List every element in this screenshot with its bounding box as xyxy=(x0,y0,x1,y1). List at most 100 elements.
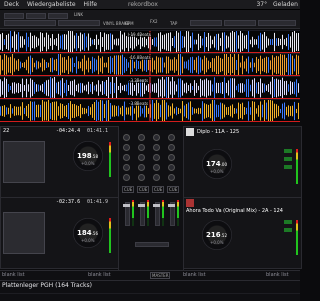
waveform-bar xyxy=(30,78,31,98)
eq-knob[interactable] xyxy=(138,134,145,141)
eq-knob[interactable] xyxy=(153,164,160,171)
waveform-bar xyxy=(94,101,95,121)
waveform-lane[interactable]: -3.2Beats xyxy=(0,75,300,101)
waveform-bar xyxy=(216,104,217,118)
eq-knob[interactable] xyxy=(153,134,160,141)
waveform-bar xyxy=(142,58,143,72)
eq-knob[interactable] xyxy=(168,134,175,141)
effect-slot[interactable] xyxy=(190,20,222,26)
eq-knob[interactable] xyxy=(123,134,130,141)
menu-item-wiedergabeliste[interactable]: Wiedergabeliste xyxy=(27,1,76,8)
effect-slot[interactable] xyxy=(258,20,296,26)
menu-item-deck[interactable]: Deck xyxy=(4,1,19,8)
waveform-bar xyxy=(224,53,225,77)
waveform-bar xyxy=(76,33,77,51)
waveform-bar xyxy=(126,107,127,115)
eq-knob[interactable] xyxy=(123,144,130,151)
eq-knob[interactable] xyxy=(138,164,145,171)
cue-button[interactable]: CUE xyxy=(152,186,165,193)
beat-offset-badge: -3.8Beats xyxy=(128,101,150,106)
blank-list-slot[interactable]: blank list xyxy=(266,272,289,278)
fader-cap[interactable] xyxy=(123,204,130,207)
waveform-bar xyxy=(6,78,7,98)
waveform-bar xyxy=(52,57,53,73)
deck-number: 22 xyxy=(3,128,10,134)
sync-button[interactable] xyxy=(284,149,292,153)
master-button[interactable] xyxy=(284,157,292,161)
waveform-bar xyxy=(262,34,263,50)
waveform-bar xyxy=(204,32,205,52)
waveform-bar xyxy=(82,58,83,72)
crossfader[interactable] xyxy=(135,242,169,247)
blank-list-slot[interactable]: blank list xyxy=(2,272,25,278)
eq-knob[interactable] xyxy=(123,164,130,171)
loop-controls[interactable] xyxy=(3,212,45,254)
eq-knob[interactable] xyxy=(123,174,130,181)
waveform-bar xyxy=(0,55,1,75)
eq-knob[interactable] xyxy=(168,154,175,161)
deck-select-button[interactable] xyxy=(48,13,68,19)
effect-slot[interactable] xyxy=(224,20,256,26)
deck-select-button[interactable] xyxy=(4,13,24,19)
app-menu[interactable]: Deck Wiedergabeliste Hilfe xyxy=(4,1,103,8)
waveform-bar xyxy=(72,104,73,118)
eq-knob[interactable] xyxy=(123,154,130,161)
waveform-bar xyxy=(12,36,13,48)
waveform-lane[interactable]: -3.8Beats xyxy=(0,98,300,124)
waveform-bar xyxy=(294,81,295,95)
eq-knob[interactable] xyxy=(168,164,175,171)
eq-knob[interactable] xyxy=(168,174,175,181)
waveform-bar xyxy=(14,106,15,116)
waveform-bar xyxy=(244,84,245,92)
waveform-bar xyxy=(112,105,113,117)
fader-cap[interactable] xyxy=(138,204,145,207)
fx2-label[interactable]: FX2 xyxy=(150,19,158,24)
waveform-bar xyxy=(154,103,155,119)
menu-item-hilfe[interactable]: Hilfe xyxy=(83,1,97,8)
waveform-bar xyxy=(144,59,145,71)
waveform-bar xyxy=(142,108,143,114)
waveform-bar xyxy=(2,32,3,52)
cue-button[interactable]: CUE xyxy=(122,186,135,193)
quantize-button[interactable] xyxy=(284,165,292,169)
waveform-bar xyxy=(286,106,287,116)
waveform-bar xyxy=(234,53,235,77)
waveform-bar xyxy=(32,57,33,73)
waveform-bar xyxy=(214,77,215,99)
cue-button[interactable]: CUE xyxy=(167,186,180,193)
eq-knob[interactable] xyxy=(153,154,160,161)
effect-slot[interactable] xyxy=(4,20,56,26)
sync-button[interactable] xyxy=(284,220,292,224)
eq-knob[interactable] xyxy=(153,174,160,181)
loop-controls[interactable] xyxy=(3,141,45,183)
eq-knob[interactable] xyxy=(153,144,160,151)
waveform-bar xyxy=(282,77,283,99)
waveform-bar xyxy=(238,54,239,76)
eq-knob[interactable] xyxy=(138,154,145,161)
cue-button[interactable]: CUE xyxy=(137,186,150,193)
blank-list-slot[interactable]: blank list xyxy=(88,272,111,278)
waveform-bar xyxy=(120,30,121,54)
waveform-bar xyxy=(260,32,261,52)
eq-knob[interactable] xyxy=(138,144,145,151)
master-chip[interactable]: MASTER xyxy=(150,272,171,279)
waveform-bar xyxy=(130,81,131,95)
fader-cap[interactable] xyxy=(168,204,175,207)
waveform-bar xyxy=(264,83,265,93)
effect-slot[interactable] xyxy=(58,20,100,26)
waveform-bar xyxy=(40,85,41,91)
waveform-lane[interactable]: -16.8Beats xyxy=(0,52,300,78)
master-button[interactable] xyxy=(284,228,292,232)
eq-knob[interactable] xyxy=(138,174,145,181)
fader-cap[interactable] xyxy=(153,204,160,207)
waveform-bar xyxy=(144,104,145,118)
blank-list-slot[interactable]: blank list xyxy=(183,272,206,278)
eq-knob[interactable] xyxy=(168,144,175,151)
link-label[interactable]: LINK xyxy=(74,12,83,17)
waveform-bar xyxy=(102,100,103,122)
waveform-bar xyxy=(168,75,169,101)
waveform-bar xyxy=(126,84,127,92)
tap-button[interactable]: TAP xyxy=(170,21,177,26)
waveform-lane[interactable]: -19.4Beats xyxy=(0,29,300,55)
deck-select-button[interactable] xyxy=(26,13,46,19)
